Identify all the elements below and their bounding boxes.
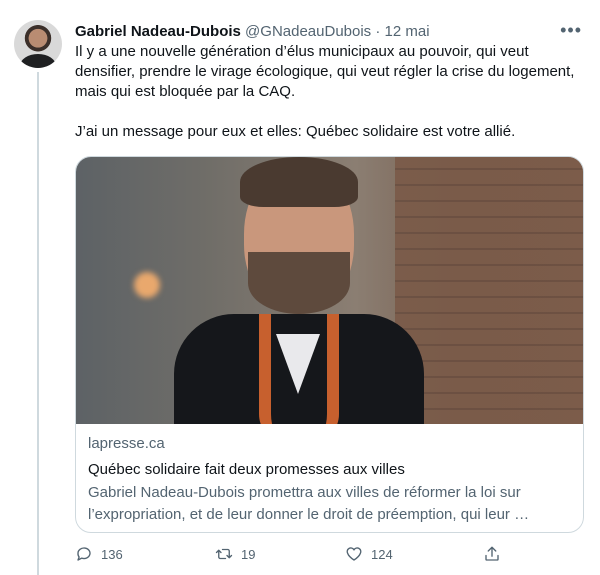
reply-count: 136 bbox=[101, 546, 123, 562]
card-description: Gabriel Nadeau-Dubois promettra aux vill… bbox=[88, 484, 530, 523]
tweet-date[interactable]: 12 mai bbox=[385, 23, 430, 40]
separator-dot: · bbox=[375, 23, 381, 40]
card-meta: lapresse.ca Québec solidaire fait deux p… bbox=[88, 434, 573, 526]
reply-button[interactable]: 136 bbox=[75, 545, 123, 563]
tweet-text: Il y a une nouvelle génération d’élus mu… bbox=[75, 42, 575, 162]
retweet-count: 19 bbox=[241, 546, 256, 562]
card-title: Québec solidaire fait deux promesses aux… bbox=[88, 461, 405, 478]
like-button[interactable]: 124 bbox=[345, 545, 393, 563]
bokeh-light bbox=[134, 272, 160, 298]
retweet-button[interactable]: 19 bbox=[215, 545, 255, 563]
card-image bbox=[76, 157, 583, 424]
tweet-header: Gabriel Nadeau-Dubois @GNadeauDubois · 1… bbox=[75, 22, 430, 42]
retweet-icon bbox=[215, 548, 233, 560]
share-icon bbox=[485, 546, 499, 561]
beard bbox=[248, 252, 350, 314]
author-avatar[interactable] bbox=[14, 20, 62, 68]
link-preview-card[interactable]: lapresse.ca Québec solidaire fait deux p… bbox=[75, 156, 584, 533]
author-handle[interactable]: @GNadeauDubois bbox=[245, 23, 371, 40]
more-options-icon[interactable]: ••• bbox=[560, 21, 582, 39]
reply-icon bbox=[77, 547, 91, 561]
card-domain: lapresse.ca bbox=[88, 435, 165, 452]
like-count: 124 bbox=[371, 546, 393, 562]
scarf bbox=[259, 314, 339, 424]
tweet-actions: 136 19 124 bbox=[75, 545, 505, 567]
heart-icon bbox=[346, 547, 362, 561]
author-name[interactable]: Gabriel Nadeau-Dubois bbox=[75, 23, 241, 40]
tweet-paragraph-2: J’ai un message pour eux et elles: Québe… bbox=[75, 123, 516, 140]
avatar-silhouette bbox=[20, 54, 56, 68]
portrait bbox=[174, 157, 424, 424]
thread-line bbox=[37, 72, 39, 575]
hair bbox=[240, 157, 358, 207]
share-button[interactable] bbox=[483, 545, 501, 563]
tweet-paragraph-1: Il y a une nouvelle génération d’élus mu… bbox=[75, 43, 575, 100]
